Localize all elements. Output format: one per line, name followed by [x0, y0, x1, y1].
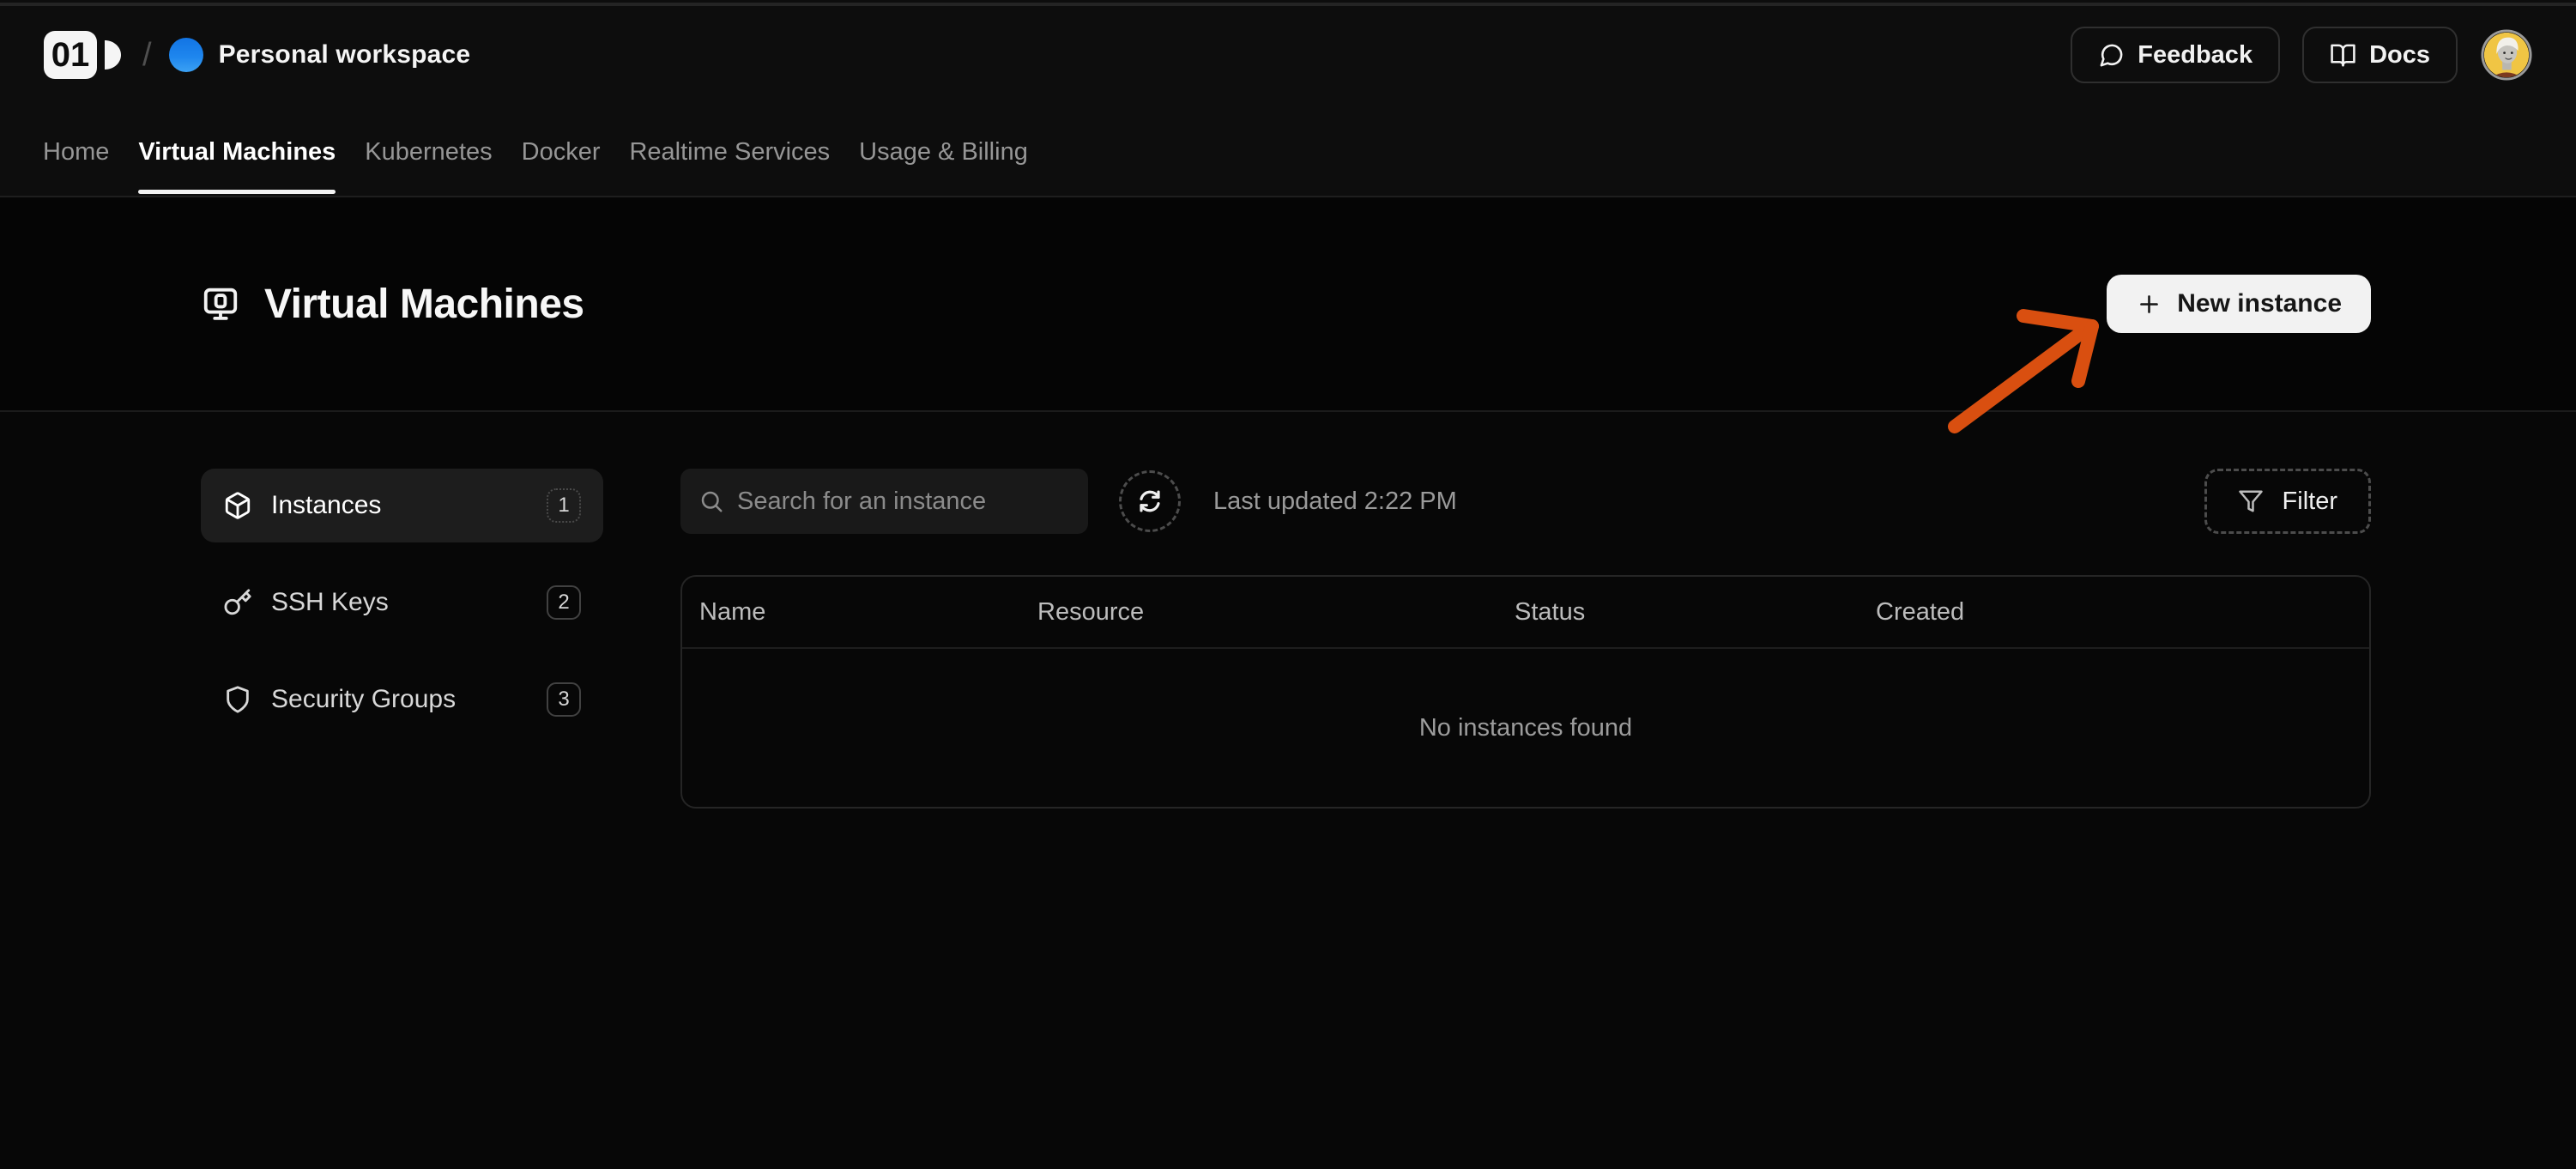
table-header-row: Name Resource Status Created	[682, 577, 2369, 649]
refresh-button[interactable]	[1119, 470, 1181, 532]
new-instance-button[interactable]: New instance	[2107, 275, 2371, 333]
tab-home[interactable]: Home	[43, 110, 109, 194]
empty-state-text: No instances found	[1419, 714, 1632, 742]
search-icon	[698, 488, 724, 514]
tab-kubernetes[interactable]: Kubernetes	[365, 110, 492, 194]
last-updated-text: Last updated 2:22 PM	[1213, 488, 1457, 516]
primary-nav: Home Virtual Machines Kubernetes Docker …	[43, 110, 2533, 194]
search-input[interactable]	[680, 469, 1088, 534]
column-header-created: Created	[1876, 598, 2369, 627]
cube-icon	[223, 491, 252, 520]
new-instance-label: New instance	[2177, 289, 2342, 318]
window-top-divider	[0, 3, 2576, 6]
book-icon	[2330, 42, 2356, 69]
filter-button[interactable]: Filter	[2204, 469, 2371, 534]
filter-label: Filter	[2283, 488, 2337, 516]
shortcut-badge: 1	[547, 488, 581, 523]
brand-logo[interactable]: 01	[43, 30, 124, 80]
shortcut-badge: 2	[547, 585, 581, 620]
shortcut-badge: 3	[547, 682, 581, 717]
breadcrumb: 01 / Personal workspace	[43, 30, 470, 80]
key-icon	[223, 588, 252, 617]
instance-search	[680, 469, 1088, 534]
feedback-label: Feedback	[2138, 41, 2252, 70]
header-actions: Feedback Docs	[2071, 27, 2533, 83]
sidebar-item-label: SSH Keys	[271, 588, 389, 617]
logo-text: 01	[51, 36, 90, 74]
user-avatar-image	[2480, 28, 2533, 82]
instances-table: Name Resource Status Created No instance…	[680, 575, 2371, 809]
sidebar: Instances 1 SSH Keys 2 Security Groups 3	[201, 469, 603, 809]
plus-icon	[2136, 291, 2162, 318]
shield-icon	[223, 685, 252, 714]
table-empty-state: No instances found	[682, 649, 2369, 807]
refresh-icon	[1136, 488, 1164, 515]
column-header-name: Name	[699, 598, 1037, 627]
sidebar-item-ssh-keys[interactable]: SSH Keys 2	[201, 566, 603, 639]
app-header: 01 / Personal workspace Feedback	[0, 0, 2576, 197]
breadcrumb-separator: /	[142, 37, 152, 74]
sidebar-item-instances[interactable]: Instances 1	[201, 469, 603, 542]
page-title: Virtual Machines	[201, 281, 584, 328]
app: 01 / Personal workspace Feedback	[0, 0, 2576, 1169]
page-title-text: Virtual Machines	[264, 281, 584, 328]
tab-usage-billing[interactable]: Usage & Billing	[859, 110, 1028, 194]
tab-realtime-services[interactable]: Realtime Services	[629, 110, 830, 194]
speech-bubble-icon	[2098, 42, 2125, 69]
main-content: Instances 1 SSH Keys 2 Security Groups 3	[0, 412, 2576, 809]
feedback-button[interactable]: Feedback	[2071, 27, 2280, 83]
docs-label: Docs	[2369, 41, 2430, 70]
column-header-status: Status	[1515, 598, 1876, 627]
tab-virtual-machines[interactable]: Virtual Machines	[138, 110, 336, 194]
funnel-icon	[2238, 488, 2264, 514]
instances-toolbar: Last updated 2:22 PM Filter	[680, 469, 2371, 534]
instances-panel: Last updated 2:22 PM Filter Name Resourc…	[680, 469, 2371, 809]
header-row: 01 / Personal workspace Feedback	[43, 0, 2533, 110]
page-header-band: Virtual Machines New instance	[0, 197, 2576, 412]
logo-01-icon: 01	[43, 30, 124, 80]
workspace-name[interactable]: Personal workspace	[219, 40, 471, 70]
docs-button[interactable]: Docs	[2302, 27, 2458, 83]
column-header-resource: Resource	[1037, 598, 1515, 627]
sidebar-item-security-groups[interactable]: Security Groups 3	[201, 663, 603, 736]
tab-docker[interactable]: Docker	[522, 110, 601, 194]
workspace-avatar[interactable]	[169, 38, 203, 72]
user-avatar[interactable]	[2480, 28, 2533, 82]
sidebar-item-label: Instances	[271, 491, 381, 520]
monitor-icon	[201, 284, 240, 324]
sidebar-item-label: Security Groups	[271, 685, 456, 714]
